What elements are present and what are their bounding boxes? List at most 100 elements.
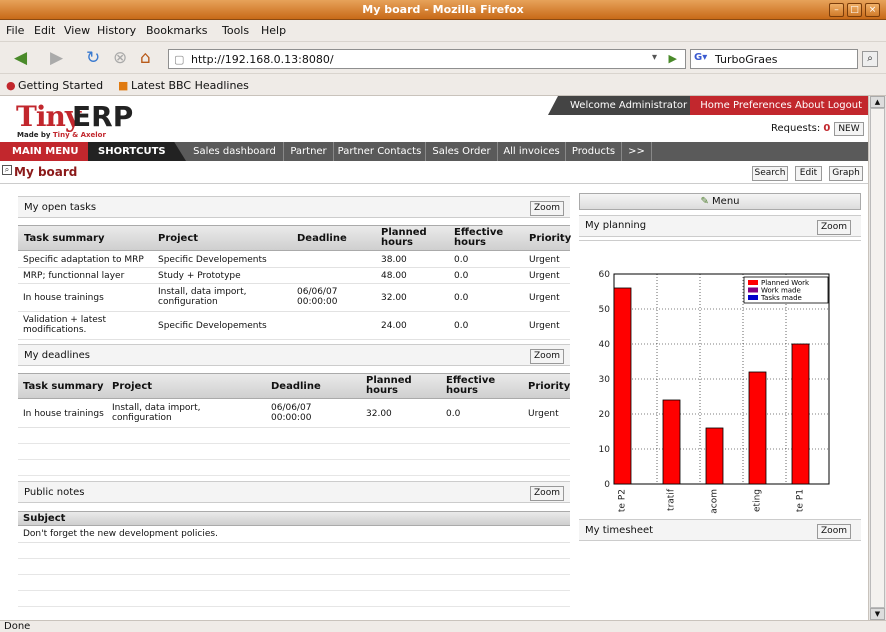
timesheet-zoom-button[interactable]: Zoom xyxy=(817,524,851,539)
shortcut-all-invoices[interactable]: All invoices xyxy=(498,142,566,161)
main-menu-button[interactable]: MAIN MENU xyxy=(0,142,88,161)
planned-hours-cell: 48.00 xyxy=(381,271,407,281)
legend-swatch xyxy=(748,287,758,293)
deadlines-zoom-button[interactable]: Zoom xyxy=(530,349,564,364)
col-project[interactable]: Project xyxy=(158,234,198,244)
shortcut-sales-dashboard[interactable]: Sales dashboard xyxy=(186,142,284,161)
effective-hours-cell: 0.0 xyxy=(454,255,469,265)
bar-planned-work xyxy=(705,427,724,485)
col-planned-hours[interactable]: Planned hours xyxy=(366,376,416,396)
y-tick-label: 50 xyxy=(599,305,611,315)
stop-icon[interactable]: ⊗ xyxy=(113,49,127,67)
notes-zoom-button[interactable]: Zoom xyxy=(530,486,564,501)
graph-button[interactable]: Graph xyxy=(829,166,863,181)
table-row[interactable]: In house trainings Install, data import,… xyxy=(18,400,570,428)
bookmark-bbc[interactable]: Latest BBC Headlines xyxy=(131,79,249,92)
home-link[interactable]: Home xyxy=(700,100,730,111)
col-subject[interactable]: Subject xyxy=(23,514,65,524)
url-dropdown-icon[interactable]: ▾ xyxy=(652,52,657,63)
new-request-button[interactable]: NEW xyxy=(834,122,864,136)
back-icon[interactable]: ◀ xyxy=(14,49,27,67)
open-tasks-table-header: Task summary Project Deadline Planned ho… xyxy=(18,225,571,251)
col-task-summary[interactable]: Task summary xyxy=(23,382,103,392)
planning-zoom-button[interactable]: Zoom xyxy=(817,220,851,235)
table-row[interactable]: Specific adaptation to MRP Specific Deve… xyxy=(18,252,570,268)
go-icon[interactable]: ▶ xyxy=(669,52,677,65)
search-icon[interactable]: ⌕ xyxy=(862,51,878,67)
shortcut-partner-contacts[interactable]: Partner Contacts xyxy=(334,142,426,161)
search-button[interactable]: Search xyxy=(752,166,788,181)
col-effective-hours[interactable]: Effective hours xyxy=(446,376,502,396)
legend-swatch xyxy=(748,295,758,300)
menu-file[interactable]: File xyxy=(6,24,24,37)
col-deadline[interactable]: Deadline xyxy=(297,234,347,244)
priority-cell: Urgent xyxy=(529,255,560,265)
menu-view[interactable]: View xyxy=(64,24,90,37)
effective-hours-cell: 0.0 xyxy=(446,409,461,419)
menu-history[interactable]: History xyxy=(97,24,136,37)
close-button[interactable]: × xyxy=(865,3,880,17)
project-cell: Study + Prototype xyxy=(158,271,241,281)
menu-help[interactable]: Help xyxy=(261,24,286,37)
forward-icon[interactable]: ▶ xyxy=(50,49,63,67)
x-tick-label: acom xyxy=(710,489,720,514)
legend-label: Tasks made xyxy=(760,294,802,302)
search-box[interactable]: G▾ TurboGraes xyxy=(690,49,858,69)
deadlines-table-header: Task summary Project Deadline Planned ho… xyxy=(18,373,570,399)
planning-header: My planning Zoom xyxy=(579,215,861,237)
x-tick-label: te P2 xyxy=(618,489,628,512)
edit-button[interactable]: Edit xyxy=(795,166,822,181)
bar-planned-work xyxy=(613,287,632,485)
menu-bookmarks[interactable]: Bookmarks xyxy=(146,24,207,37)
page-scrollbar[interactable]: ▲ ▼ xyxy=(868,96,886,622)
open-tasks-zoom-button[interactable]: Zoom xyxy=(530,201,564,216)
col-deadline[interactable]: Deadline xyxy=(271,382,321,392)
notes-title: Public notes xyxy=(24,487,85,498)
menu-toggle[interactable]: ✎ Menu xyxy=(579,193,861,210)
effective-hours-cell: 0.0 xyxy=(454,321,469,331)
shortcut-products[interactable]: Products xyxy=(566,142,622,161)
requests-count[interactable]: 0 xyxy=(823,123,830,134)
shortcut-partner[interactable]: Partner xyxy=(284,142,334,161)
planned-hours-cell: 32.00 xyxy=(381,293,407,303)
col-planned-hours[interactable]: Planned hours xyxy=(381,228,431,248)
col-task-summary[interactable]: Task summary xyxy=(24,234,104,244)
page-icon: ▢ xyxy=(174,53,185,66)
menu-tools[interactable]: Tools xyxy=(222,24,249,37)
bookmark-getting-started[interactable]: Getting Started xyxy=(18,79,103,92)
reload-icon[interactable]: ↻ xyxy=(86,49,100,67)
shortcut-sales-order[interactable]: Sales Order xyxy=(426,142,498,161)
url-bar[interactable]: ▢ http://192.168.0.13:8080/ ▾ ▶ xyxy=(168,49,686,69)
open-tasks-title: My open tasks xyxy=(24,202,97,213)
table-row[interactable]: Validation + latest modifications. Speci… xyxy=(18,312,570,340)
x-tick-label: eting xyxy=(753,489,763,512)
home-icon[interactable]: ⌂ xyxy=(140,49,151,67)
scroll-thumb[interactable] xyxy=(870,108,885,608)
maximize-button[interactable]: □ xyxy=(847,3,862,17)
scroll-down-icon[interactable]: ▼ xyxy=(870,608,885,620)
empty-row xyxy=(18,575,570,591)
deadline-cell: 06/06/07 00:00:00 xyxy=(297,287,338,307)
notes-table-header: Subject xyxy=(18,511,570,526)
planning-title: My planning xyxy=(585,220,647,231)
table-row[interactable]: Don't forget the new development policie… xyxy=(18,526,570,543)
col-project[interactable]: Project xyxy=(112,382,152,392)
preferences-link[interactable]: Preferences xyxy=(733,100,792,111)
main-menu-bar: MAIN MENU SHORTCUTS Sales dashboard Part… xyxy=(0,142,868,161)
planned-hours-cell: 38.00 xyxy=(381,255,407,265)
scroll-up-icon[interactable]: ▲ xyxy=(870,96,885,108)
col-priority[interactable]: Priority xyxy=(529,234,571,244)
minimize-button[interactable]: – xyxy=(829,3,844,17)
col-priority[interactable]: Priority xyxy=(528,382,570,392)
search-engine-icon[interactable]: G▾ xyxy=(694,52,707,63)
col-effective-hours[interactable]: Effective hours xyxy=(454,228,510,248)
menu-edit[interactable]: Edit xyxy=(34,24,55,37)
empty-row xyxy=(18,428,570,444)
empty-row xyxy=(18,444,570,460)
logout-link[interactable]: Logout xyxy=(828,100,862,111)
shortcut-more[interactable]: >> xyxy=(622,142,652,161)
about-link[interactable]: About xyxy=(795,100,825,111)
table-row[interactable]: In house trainings Install, data import,… xyxy=(18,284,570,312)
table-row[interactable]: MRP; functionnal layer Study + Prototype… xyxy=(18,268,570,284)
project-cell: Install, data import, configuration xyxy=(112,403,201,423)
